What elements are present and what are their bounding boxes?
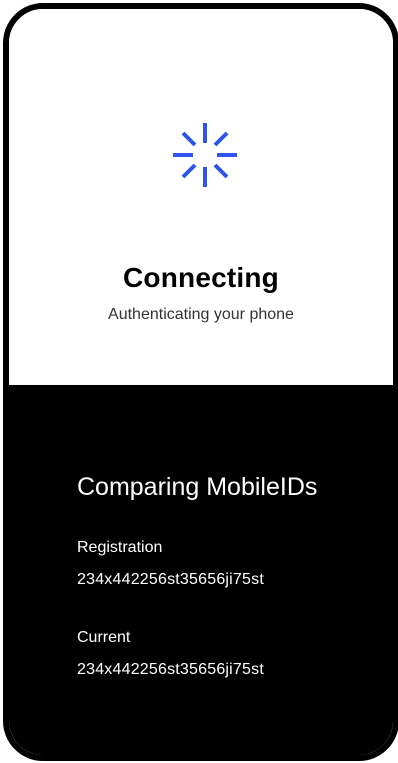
loading-spinner-icon [173, 123, 237, 187]
phone-frame: Connecting Authenticating your phone Com… [3, 3, 398, 761]
status-title: Connecting [123, 262, 279, 293]
comparison-title: Comparing MobileIDs [77, 473, 318, 501]
registration-label: Registration [77, 539, 163, 556]
registration-value: 234x442256st35656ji75st [77, 571, 264, 588]
status-panel: Connecting Authenticating your phone [9, 9, 393, 385]
current-label: Current [77, 629, 131, 646]
comparison-panel: Comparing MobileIDs Registration 234x442… [9, 385, 393, 755]
current-value: 234x442256st35656ji75st [77, 661, 264, 678]
status-subtitle: Authenticating your phone [108, 306, 294, 323]
